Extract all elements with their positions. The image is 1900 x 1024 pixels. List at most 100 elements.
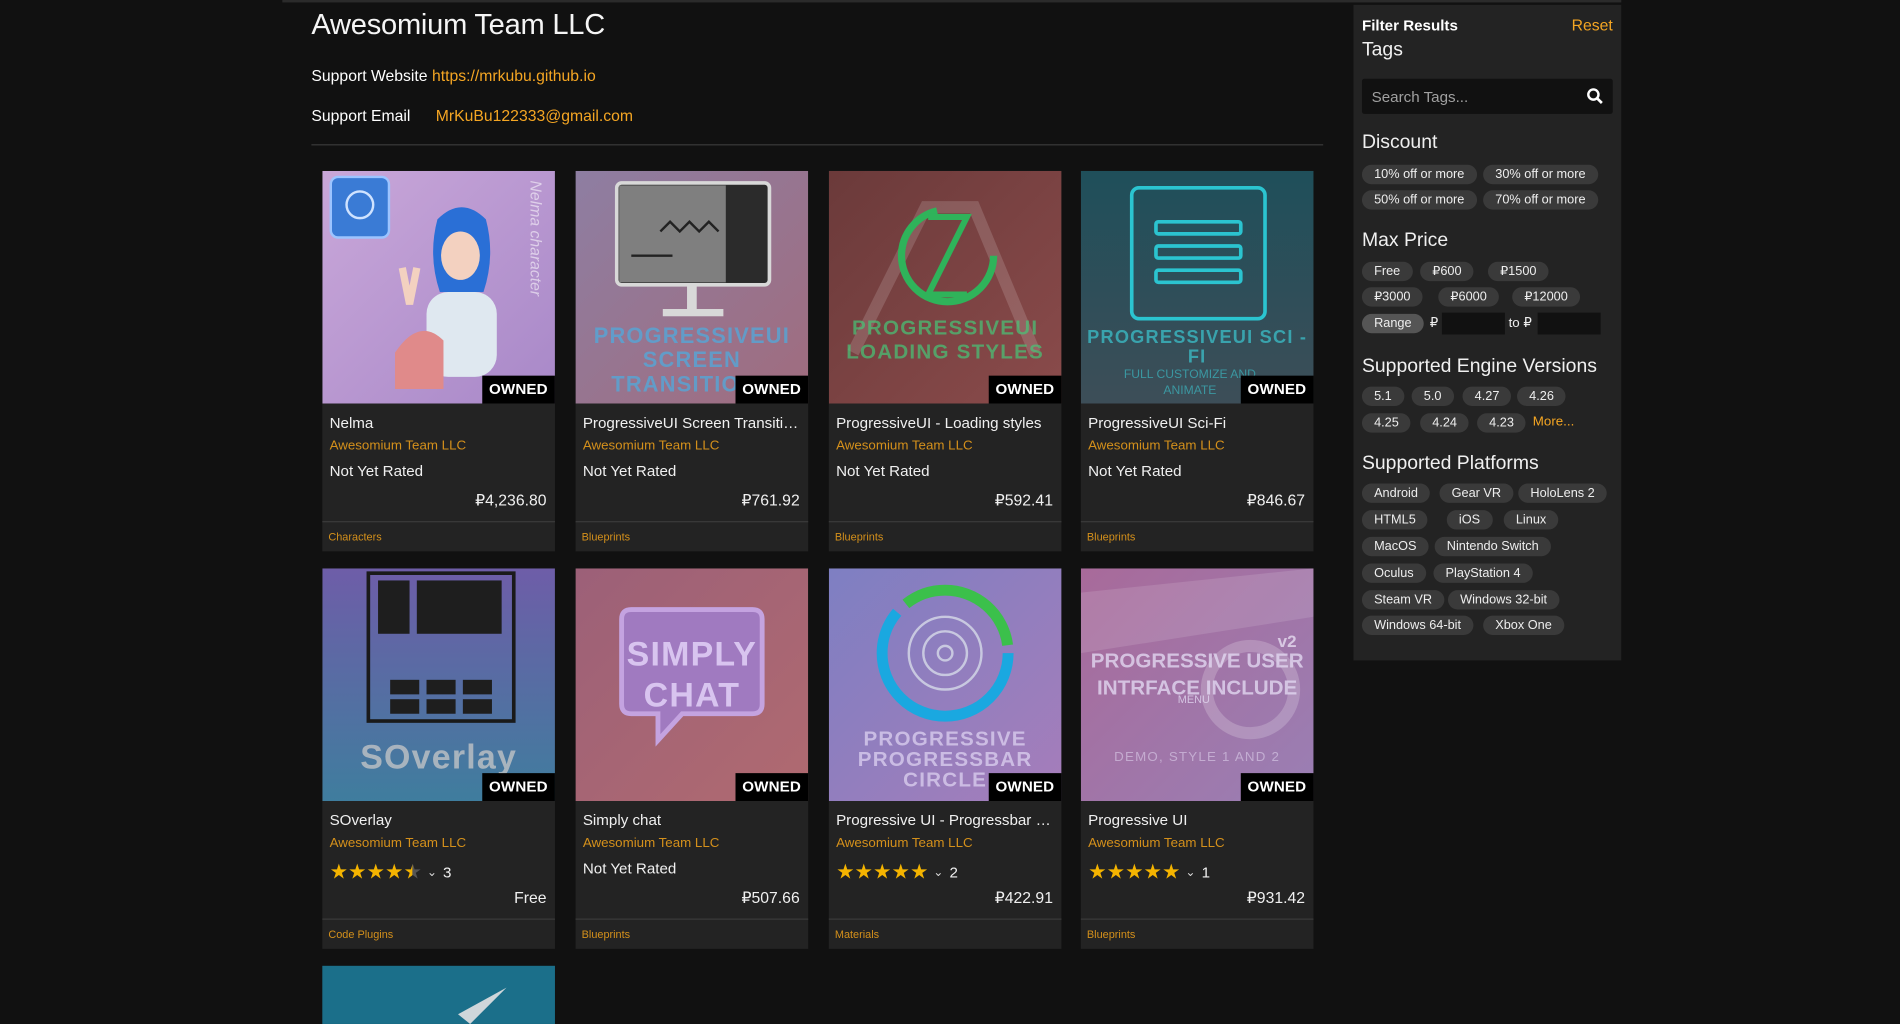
- product-category[interactable]: Blueprints: [1087, 531, 1136, 543]
- product-thumbnail[interactable]: PROGRESSIVEUI SCREEN TRANSITIONS OWNED: [575, 170, 809, 404]
- engine-chip[interactable]: 5.1: [1361, 386, 1404, 406]
- star-icon: ★: [1162, 860, 1181, 884]
- product-author[interactable]: Awesomium Team LLC: [330, 836, 467, 851]
- product-name[interactable]: ProgressiveUI Screen Transitio...: [583, 414, 804, 431]
- product-author[interactable]: Awesomium Team LLC: [583, 439, 720, 454]
- engine-chip[interactable]: 5.0: [1411, 386, 1454, 406]
- product-thumbnail[interactable]: v2 PROGRESSIVE USER INTRFACE INCLUDE MEN…: [1080, 568, 1314, 801]
- range-max-input[interactable]: [1537, 312, 1601, 335]
- platform-chip[interactable]: Nintendo Switch: [1434, 536, 1551, 557]
- product-card[interactable]: PROGRESSIVEUI SCI - FI FULL CUSTOMIZE AN…: [1080, 170, 1314, 552]
- engine-chip[interactable]: 4.24: [1420, 413, 1470, 433]
- range-chip[interactable]: Range: [1361, 313, 1424, 334]
- star-icon: ★: [1088, 860, 1107, 884]
- discount-chip[interactable]: 50% off or more: [1361, 190, 1477, 210]
- support-website-link[interactable]: https://mrkubu.github.io: [432, 67, 596, 85]
- owned-badge: OWNED: [988, 375, 1062, 404]
- header-divider: [311, 144, 1324, 146]
- product-name[interactable]: ProgressiveUI - Loading styles: [836, 414, 1057, 431]
- product-category[interactable]: Blueprints: [1087, 928, 1136, 940]
- price-chip[interactable]: Free: [1361, 261, 1413, 282]
- discount-chip[interactable]: 10% off or more: [1361, 164, 1477, 185]
- product-card[interactable]: PROGRESSIVEUI SCREEN TRANSITIONS OWNED P…: [575, 170, 809, 552]
- product-category[interactable]: Materials: [835, 928, 879, 940]
- star-rating[interactable]: ★ ★ ★ ★ ★ ⌄ 2: [836, 862, 958, 883]
- support-email-link[interactable]: MrKuBu122333@gmail.com: [436, 107, 633, 125]
- product-category[interactable]: Blueprints: [835, 531, 884, 543]
- product-author[interactable]: Awesomium Team LLC: [330, 439, 467, 454]
- discount-chip[interactable]: 70% off or more: [1483, 190, 1598, 210]
- platform-chip[interactable]: Linux: [1503, 510, 1559, 530]
- chevron-down-icon[interactable]: ⌄: [427, 866, 437, 879]
- product-card[interactable]: v2 PROGRESSIVE USER INTRFACE INCLUDE MEN…: [1080, 568, 1314, 949]
- platform-chip[interactable]: HTML5: [1361, 510, 1428, 530]
- product-card[interactable]: PROGRESSIVE PROGRESSBAR CIRCLE OWNED Pro…: [828, 568, 1062, 949]
- star-rating[interactable]: ★ ★ ★ ★ ★ ⌄ 1: [1088, 860, 1210, 884]
- support-website-row: Support Website https://mrkubu.github.io: [311, 67, 595, 85]
- more-engines-link[interactable]: More...: [1533, 414, 1574, 429]
- engine-chip[interactable]: 4.23: [1477, 413, 1527, 433]
- tags-search-input[interactable]: Search Tags...: [1361, 78, 1613, 114]
- platform-chip[interactable]: Windows 64-bit: [1361, 615, 1474, 635]
- platform-chip[interactable]: MacOS: [1361, 536, 1429, 557]
- product-author[interactable]: Awesomium Team LLC: [583, 836, 720, 851]
- card-divider: [1080, 918, 1314, 920]
- reset-link[interactable]: Reset: [1572, 16, 1613, 34]
- product-thumbnail[interactable]: PROGRESSIVEUI LOADING STYLES OWNED: [828, 170, 1062, 404]
- product-name[interactable]: ProgressiveUI Sci-Fi: [1088, 414, 1309, 431]
- range-min-input[interactable]: [1441, 312, 1505, 335]
- product-category[interactable]: Blueprints: [582, 928, 631, 940]
- product-name[interactable]: Progressive UI - Progressbar ci...: [836, 812, 1057, 829]
- discount-chip[interactable]: 30% off or more: [1483, 164, 1598, 185]
- platform-chip[interactable]: Gear VR: [1439, 483, 1514, 503]
- product-price: ₽507.66: [741, 888, 800, 907]
- search-icon[interactable]: [1586, 87, 1603, 110]
- product-thumbnail[interactable]: SIMPLY CHAT OWNED: [575, 568, 809, 801]
- product-card[interactable]: Nelma character OWNED Nelma Awesomium Te…: [322, 170, 555, 552]
- platform-chip[interactable]: iOS: [1446, 510, 1493, 530]
- product-author[interactable]: Awesomium Team LLC: [1088, 836, 1225, 851]
- platform-chip[interactable]: Xbox One: [1483, 615, 1564, 635]
- price-chip[interactable]: ₽600: [1420, 261, 1474, 282]
- product-card[interactable]: SOverlay OWNED SOverlay Awesomium Team L…: [322, 568, 555, 949]
- chevron-down-icon[interactable]: ⌄: [1185, 866, 1195, 879]
- product-author[interactable]: Awesomium Team LLC: [1088, 439, 1225, 454]
- price-chip[interactable]: ₽1500: [1487, 261, 1549, 282]
- product-name[interactable]: Progressive UI: [1088, 812, 1309, 829]
- platforms-heading: Supported Platforms: [1361, 453, 1539, 474]
- owned-badge: OWNED: [734, 375, 809, 404]
- platform-chip[interactable]: PlayStation 4: [1433, 563, 1533, 583]
- platform-chip[interactable]: Windows 32-bit: [1447, 590, 1560, 610]
- product-author[interactable]: Awesomium Team LLC: [836, 439, 973, 454]
- product-author[interactable]: Awesomium Team LLC: [836, 836, 973, 851]
- review-count: 3: [443, 864, 452, 881]
- product-name[interactable]: SOverlay: [330, 812, 551, 829]
- engine-chip[interactable]: 4.27: [1462, 386, 1512, 406]
- price-chip[interactable]: ₽3000: [1361, 287, 1423, 307]
- platform-chip[interactable]: Steam VR: [1361, 590, 1445, 610]
- price-chip[interactable]: ₽6000: [1438, 287, 1499, 307]
- product-thumbnail[interactable]: PROGRESSIVEUI SCI - FI FULL CUSTOMIZE AN…: [1080, 170, 1314, 404]
- engine-chip[interactable]: 4.25: [1361, 413, 1411, 433]
- product-thumbnail[interactable]: PROGRESSIVE PROGRESSBAR CIRCLE OWNED: [828, 568, 1062, 801]
- star-rating[interactable]: ★ ★ ★ ★ ★ ⌄ 3: [330, 862, 452, 883]
- product-category[interactable]: Blueprints: [582, 531, 631, 543]
- platform-chip[interactable]: Oculus: [1361, 563, 1426, 583]
- chevron-down-icon[interactable]: ⌄: [933, 866, 943, 879]
- product-card[interactable]: SIMPLY CHAT OWNED Simply chat Awesomium …: [575, 568, 809, 949]
- product-card-partial[interactable]: [322, 965, 555, 1024]
- price-chip[interactable]: ₽12000: [1512, 287, 1580, 307]
- product-category[interactable]: Characters: [328, 531, 381, 543]
- engine-heading: Supported Engine Versions: [1361, 356, 1597, 377]
- range-currency: ₽: [1429, 316, 1439, 331]
- product-thumbnail[interactable]: SOverlay OWNED: [322, 568, 555, 801]
- product-thumbnail[interactable]: Nelma character OWNED: [322, 170, 555, 404]
- product-card[interactable]: PROGRESSIVEUI LOADING STYLES OWNED Progr…: [828, 170, 1062, 552]
- engine-chip[interactable]: 4.26: [1517, 386, 1567, 406]
- platform-chip[interactable]: Android: [1361, 483, 1431, 503]
- product-category[interactable]: Code Plugins: [328, 928, 393, 940]
- product-name[interactable]: Simply chat: [583, 812, 804, 829]
- product-name[interactable]: Nelma: [330, 414, 551, 431]
- card-divider: [322, 521, 555, 523]
- platform-chip[interactable]: HoloLens 2: [1518, 483, 1607, 503]
